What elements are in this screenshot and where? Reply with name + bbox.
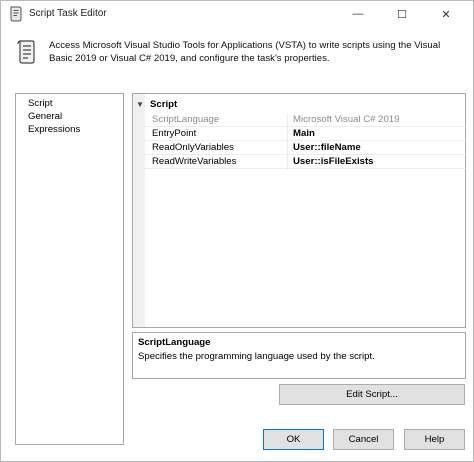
edit-script-button[interactable]: Edit Script... xyxy=(279,384,465,405)
property-grid-margin xyxy=(133,94,145,327)
property-value[interactable]: User::isFileExists xyxy=(293,155,374,169)
nav-item-expressions[interactable]: Expressions xyxy=(28,123,80,136)
property-row-readonly-variables[interactable]: ReadOnlyVariables User::fileName xyxy=(145,141,466,155)
close-button[interactable]: ✕ xyxy=(424,1,468,27)
help-button[interactable]: Help xyxy=(404,429,465,450)
nav-list: Script General Expressions xyxy=(15,93,124,445)
cancel-button[interactable]: Cancel xyxy=(333,429,394,450)
property-grid: ▼ Script ScriptLanguage Microsoft Visual… xyxy=(132,93,466,328)
title-bar: Script Task Editor — ☐ ✕ xyxy=(1,1,473,27)
nav-item-general[interactable]: General xyxy=(28,110,62,123)
nav-item-script[interactable]: Script xyxy=(28,97,53,110)
category-script[interactable]: ▼ Script xyxy=(133,98,465,111)
ok-button[interactable]: OK xyxy=(263,429,324,450)
property-name: ReadOnlyVariables xyxy=(152,142,234,153)
script-scroll-icon xyxy=(15,39,37,65)
property-value[interactable]: User::fileName xyxy=(293,141,361,155)
script-task-editor-window: Script Task Editor — ☐ ✕ Access Microsof… xyxy=(0,0,474,462)
property-help-panel: ScriptLanguage Specifies the programming… xyxy=(132,332,466,379)
property-row-entry-point[interactable]: EntryPoint Main xyxy=(145,127,466,141)
property-row-script-language[interactable]: ScriptLanguage Microsoft Visual C# 2019 xyxy=(145,113,466,127)
help-title: ScriptLanguage xyxy=(138,337,211,348)
window-title: Script Task Editor xyxy=(29,8,107,19)
property-name: ScriptLanguage xyxy=(152,114,220,125)
collapse-toggle-icon[interactable]: ▼ xyxy=(136,99,144,110)
property-name: ReadWriteVariables xyxy=(152,156,237,167)
script-task-icon xyxy=(9,6,23,22)
help-description: Specifies the programming language used … xyxy=(138,351,375,362)
minimize-button[interactable]: — xyxy=(336,1,380,27)
maximize-button[interactable]: ☐ xyxy=(380,1,424,27)
property-value: Microsoft Visual C# 2019 xyxy=(293,114,400,125)
category-label: Script xyxy=(150,99,178,110)
property-value[interactable]: Main xyxy=(293,127,315,141)
property-name: EntryPoint xyxy=(152,128,197,139)
property-row-readwrite-variables[interactable]: ReadWriteVariables User::isFileExists xyxy=(145,155,466,169)
task-description: Access Microsoft Visual Studio Tools for… xyxy=(49,40,441,64)
